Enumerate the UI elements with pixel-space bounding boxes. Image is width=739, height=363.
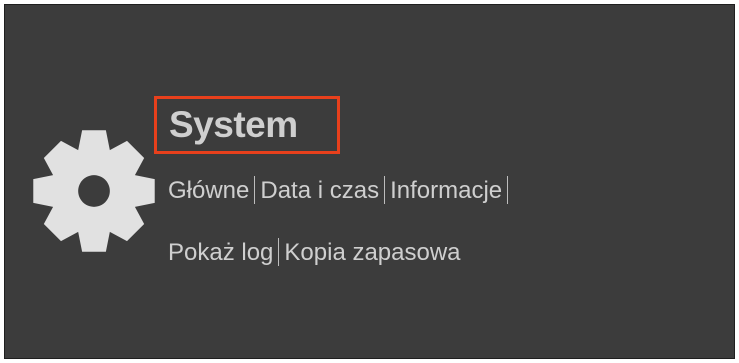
link-separator — [254, 175, 256, 204]
link-kopia-zapasowa[interactable]: Kopia zapasowa — [284, 239, 460, 266]
link-glowne[interactable]: Główne — [168, 177, 249, 204]
link-separator — [278, 237, 280, 266]
link-informacje[interactable]: Informacje — [390, 177, 502, 204]
link-data-i-czas[interactable]: Data i czas — [260, 177, 379, 204]
settings-links-row-1: Główne Data i czas Informacje — [168, 175, 513, 206]
link-separator — [384, 175, 386, 204]
link-separator — [507, 175, 509, 204]
settings-links-row-2: Pokaż log Kopia zapasowa — [168, 237, 461, 268]
link-pokaz-log[interactable]: Pokaż log — [168, 239, 273, 266]
gear-icon — [28, 125, 160, 257]
page-title[interactable]: System — [169, 103, 298, 147]
